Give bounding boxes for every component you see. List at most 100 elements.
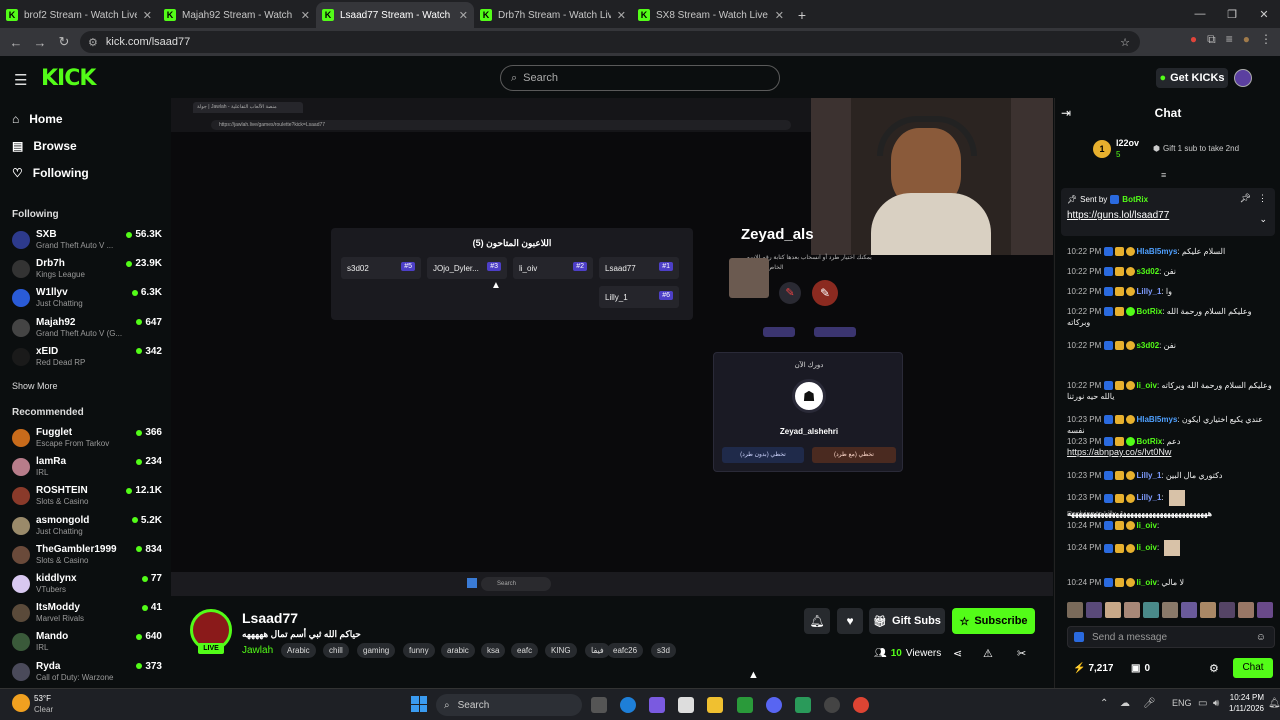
task-view-icon[interactable]	[591, 697, 607, 713]
message-username[interactable]: BotRix	[1136, 437, 1162, 446]
windows-start-icon[interactable]	[411, 696, 427, 712]
sidebar-channel-recommended[interactable]: ROSHTEIN Slots & Casino 12.1K	[12, 485, 162, 513]
emote-icon[interactable]	[1105, 602, 1121, 618]
message-link[interactable]: https://abnpay.co/s/lvt0Nw	[1067, 447, 1171, 457]
menu-kebab-icon[interactable]: ⋮	[1260, 32, 1272, 47]
sidebar-nav-browse[interactable]: ▤ Browse	[12, 139, 77, 153]
close-tab-icon[interactable]: ✕	[301, 9, 310, 22]
emoji-icon[interactable]: ☺	[1256, 632, 1266, 643]
sidebar-channel-following[interactable]: xEID Red Dead RP 342	[12, 346, 162, 374]
discord-icon[interactable]	[766, 697, 782, 713]
kick-logo[interactable]: KICK	[41, 66, 96, 91]
onedrive-icon[interactable]: ☁	[1120, 698, 1130, 709]
copilot-icon[interactable]	[649, 697, 665, 713]
hamburger-menu-icon[interactable]: ☰	[14, 71, 27, 89]
emote-icon[interactable]	[1124, 602, 1140, 618]
message-username[interactable]: HlaBl5mys	[1136, 415, 1177, 424]
clock-date[interactable]: 1/11/2026	[1224, 704, 1264, 713]
gift-subs-button[interactable]: 🎁︎ Gift Subs	[869, 608, 945, 634]
tag-chip[interactable]: chill	[323, 643, 349, 658]
taskbar-search[interactable]: ⌕ Search	[436, 694, 582, 716]
tag-chip[interactable]: ksa	[481, 643, 506, 658]
message-username[interactable]: HlaBl5mys	[1136, 247, 1177, 256]
pinned-menu-icon[interactable]: ⋮	[1258, 193, 1267, 204]
file-explorer-icon[interactable]	[707, 697, 723, 713]
chat-filter-icon[interactable]: ≡	[1161, 170, 1166, 180]
emote-icon[interactable]	[1086, 602, 1102, 618]
message-username[interactable]: Lilly_1	[1136, 471, 1161, 480]
browser-tab[interactable]: Kbrof2 Stream - Watch Live on K ✕	[0, 2, 158, 28]
emote-icon[interactable]	[1238, 602, 1254, 618]
maximize-icon[interactable]: ❐	[1216, 0, 1248, 28]
gift-balance[interactable]: ▣ 0	[1131, 663, 1150, 674]
store-icon[interactable]	[678, 697, 694, 713]
profile-avatar-icon[interactable]: ●	[1243, 32, 1250, 47]
emote-icon[interactable]	[1143, 602, 1159, 618]
chat-settings-icon[interactable]: ⚙	[1209, 662, 1219, 675]
message-username[interactable]: BotRix	[1136, 307, 1162, 316]
sidebar-channel-following[interactable]: Majah92 Grand Theft Auto V (G... 647	[12, 317, 162, 345]
emote-icon[interactable]	[1181, 602, 1197, 618]
minimize-icon[interactable]: —	[1184, 0, 1216, 28]
emote-icon[interactable]	[1200, 602, 1216, 618]
xbox-icon[interactable]	[737, 697, 753, 713]
close-tab-icon[interactable]: ✕	[617, 9, 626, 22]
bookmark-star-icon[interactable]: ☆	[1120, 36, 1130, 49]
streamer-name[interactable]: Lsaad77	[242, 610, 298, 626]
extensions-puzzle-icon[interactable]: ⧉	[1207, 32, 1216, 47]
language-indicator[interactable]: ENG	[1172, 698, 1192, 708]
message-username[interactable]: Lilly_1	[1136, 287, 1161, 296]
kicks-balance[interactable]: ⚡ 7,217	[1073, 663, 1113, 674]
sidebar-channel-recommended[interactable]: TheGambler1999 Slots & Casino 834	[12, 544, 162, 572]
back-icon[interactable]: ←	[4, 35, 28, 50]
show-more-link[interactable]: Show More	[12, 381, 58, 391]
message-username[interactable]: s3d02	[1136, 341, 1159, 350]
microphone-icon[interactable]: 🎤︎	[1143, 698, 1156, 709]
message-username[interactable]: li_oiv	[1136, 381, 1156, 390]
expand-pinned-icon[interactable]: ⌄	[1259, 214, 1267, 225]
chrome-icon[interactable]	[853, 697, 869, 713]
tag-chip[interactable]: eafc	[511, 643, 539, 658]
clock-time[interactable]: 10:24 PM	[1228, 693, 1264, 702]
obs-icon[interactable]	[824, 697, 840, 713]
pinned-link[interactable]: https://guns.lol/lsaad77	[1067, 210, 1169, 221]
sidebar-nav-home[interactable]: ⌂ Home	[12, 112, 63, 126]
new-tab-icon[interactable]: +	[790, 2, 814, 28]
tag-chip[interactable]: arabic	[441, 643, 475, 658]
emote-icon[interactable]	[1219, 602, 1235, 618]
volume-icon[interactable]: 🔊︎	[1213, 698, 1219, 709]
message-username[interactable]: s3d02	[1136, 267, 1159, 276]
notifications-icon[interactable]: 🔔︎	[1268, 698, 1280, 709]
close-tab-icon[interactable]: ✕	[775, 9, 784, 22]
subscribe-button[interactable]: ☆ Subscribe	[952, 608, 1035, 634]
close-window-icon[interactable]: ✕	[1248, 0, 1280, 28]
send-chat-button[interactable]: Chat	[1233, 658, 1273, 678]
emote-icon[interactable]	[1257, 602, 1273, 618]
emote-icon[interactable]	[1067, 602, 1083, 618]
network-icon[interactable]: ▭	[1198, 698, 1207, 709]
extension-icon[interactable]: ●	[1190, 32, 1197, 47]
message-username[interactable]: li_oiv	[1136, 521, 1156, 530]
edge-icon[interactable]	[620, 697, 636, 713]
tag-chip[interactable]: KING	[545, 643, 577, 658]
stream-category[interactable]: Jawlah	[242, 645, 273, 656]
reload-icon[interactable]: ↻	[52, 34, 76, 50]
sidebar-channel-recommended[interactable]: lamRa IRL 234	[12, 456, 162, 484]
search-input[interactable]: ⌕ Search	[500, 65, 780, 91]
report-icon[interactable]: ⚠	[983, 647, 993, 660]
clip-icon[interactable]: ✂	[1017, 647, 1026, 660]
message-username[interactable]: Lilly_1	[1136, 493, 1161, 502]
share-icon[interactable]: ⋖	[953, 647, 962, 660]
sidebar-channel-recommended[interactable]: kiddlynx VTubers 77	[12, 573, 162, 601]
top-gifter-name[interactable]: l22ov	[1116, 138, 1139, 148]
sidebar-channel-following[interactable]: Drb7h Kings League 23.9K	[12, 258, 162, 286]
tag-chip[interactable]: s3d	[651, 643, 676, 658]
media-controls-icon[interactable]: ≡	[1226, 32, 1233, 47]
app-icon[interactable]	[795, 697, 811, 713]
sidebar-channel-recommended[interactable]: Fugglet Escape From Tarkov 366	[12, 427, 162, 455]
forward-icon[interactable]: →	[28, 35, 52, 50]
video-player[interactable]: جولة | Jawlah - منصة الألعاب التفاعلية h…	[171, 98, 1053, 596]
sidebar-channel-recommended[interactable]: Mando IRL 640	[12, 631, 162, 659]
browser-tab[interactable]: K Drb7h Stream - Watch Live on K ✕	[474, 2, 632, 28]
tag-chip[interactable]: Arabic	[281, 643, 316, 658]
